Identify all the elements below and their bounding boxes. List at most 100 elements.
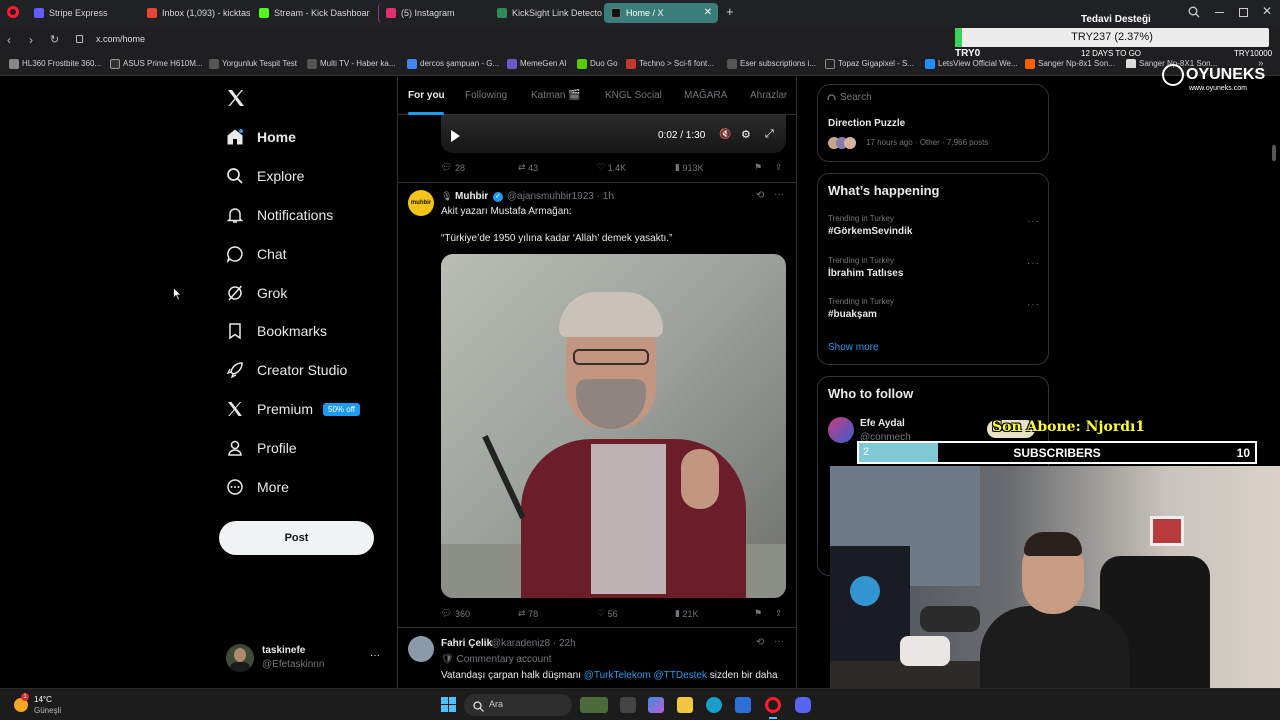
grok-analyze-icon[interactable]: ⟲ bbox=[756, 190, 764, 201]
tweet-author-name[interactable]: Muhbir bbox=[455, 191, 488, 202]
nav-explore[interactable]: Explore bbox=[226, 161, 304, 191]
trend-item[interactable]: Trending in Turkey #GörkemSevindik ··· bbox=[828, 214, 1040, 244]
follow-name[interactable]: Efe Aydal bbox=[860, 418, 905, 429]
bookmark-item[interactable]: Techno > Sci-fi font... bbox=[626, 59, 714, 69]
nav-creator-studio[interactable]: Creator Studio bbox=[226, 355, 347, 385]
bookmark-item[interactable]: ASUS Prime H610M... bbox=[110, 59, 203, 69]
nav-profile[interactable]: Profile bbox=[226, 433, 297, 463]
minimize-icon[interactable] bbox=[1215, 12, 1224, 13]
show-more-link[interactable]: Show more bbox=[828, 342, 879, 353]
task-view-icon[interactable] bbox=[620, 697, 636, 713]
tab-following[interactable]: Following bbox=[465, 90, 507, 101]
trend-item[interactable]: Trending in Turkey İbrahim Tatlıses ··· bbox=[828, 256, 1040, 286]
forward-icon[interactable]: › bbox=[29, 33, 33, 47]
post-button[interactable]: Post bbox=[219, 521, 374, 555]
trend-more-icon[interactable]: ··· bbox=[1027, 258, 1040, 269]
edge-icon[interactable] bbox=[706, 697, 722, 713]
reload-icon[interactable]: ↻ bbox=[50, 33, 59, 46]
bookmark-item[interactable]: dercos şampuan - G... bbox=[407, 59, 499, 69]
tab-katman[interactable]: Katman 🎬 bbox=[531, 90, 581, 101]
maximize-icon[interactable] bbox=[1239, 8, 1248, 17]
tweet-handle[interactable]: @karadeniz8 · 22h bbox=[491, 638, 576, 649]
nav-bookmarks[interactable]: Bookmarks bbox=[226, 316, 327, 346]
tab-ahrazlar[interactable]: Ahrazlar bbox=[750, 90, 787, 101]
bookmark-item[interactable]: MemeGen AI bbox=[507, 59, 567, 69]
tab-for-you[interactable]: For you bbox=[408, 90, 445, 101]
reply-button[interactable]: 💬︎ 28 bbox=[441, 162, 465, 173]
browser-search-icon[interactable] bbox=[1188, 5, 1200, 18]
tweet-avatar[interactable]: muhbir bbox=[408, 190, 434, 216]
nav-home[interactable]: Home bbox=[226, 122, 296, 152]
bookmark-action[interactable]: ⚑ bbox=[754, 162, 762, 173]
views-button[interactable]: ▮ 21K bbox=[675, 608, 698, 619]
tab-magara[interactable]: MAĞARA bbox=[684, 90, 727, 101]
grok-analyze-icon[interactable]: ⟲ bbox=[756, 637, 764, 648]
like-button[interactable]: ♡ 56 bbox=[597, 608, 618, 619]
taskbar-search[interactable]: Ara bbox=[464, 694, 572, 716]
tab-stripe-express[interactable]: Stripe Express bbox=[27, 3, 135, 23]
mention-link[interactable]: @TurkTelekom bbox=[584, 670, 651, 681]
tab-kngl-social[interactable]: KNGL Social bbox=[605, 90, 662, 101]
bookmark-item[interactable]: Sanger Np-8x1 Son... bbox=[1025, 59, 1115, 69]
scrollbar-thumb[interactable] bbox=[1272, 145, 1276, 161]
repost-button[interactable]: ⇄ 43 bbox=[518, 162, 538, 173]
tweet-more-icon[interactable]: ··· bbox=[774, 189, 784, 200]
bookmark-item[interactable]: Yorgunluk Tespit Test bbox=[209, 59, 297, 69]
share-button[interactable]: ⇪ bbox=[775, 162, 783, 173]
store-icon[interactable] bbox=[735, 697, 751, 713]
bookmark-item[interactable]: Duo Go bbox=[577, 59, 618, 69]
nav-premium[interactable]: Premium 50% off bbox=[226, 394, 360, 424]
discord-icon[interactable] bbox=[795, 697, 811, 713]
close-tab-icon[interactable]: ✕ bbox=[704, 3, 712, 23]
tab-inbox[interactable]: Inbox (1,093) - kicktaskinef bbox=[140, 3, 250, 23]
close-window-icon[interactable]: ✕ bbox=[1262, 4, 1272, 18]
tweet-photo[interactable] bbox=[441, 254, 786, 598]
tab-instagram[interactable]: (5) Instagram bbox=[378, 3, 488, 23]
views-button[interactable]: ▮ 913K bbox=[675, 162, 704, 173]
bookmark-item[interactable]: Topaz Gigapixel - S... bbox=[825, 59, 914, 69]
tweet-avatar[interactable] bbox=[408, 636, 434, 662]
repost-button[interactable]: ⇄ 78 bbox=[518, 608, 538, 619]
new-tab-plus-icon[interactable]: + bbox=[726, 5, 738, 19]
tab-kicksight[interactable]: KickSight Link Detector bbox=[490, 3, 602, 23]
trend-more-icon[interactable]: ··· bbox=[1027, 299, 1040, 310]
settings-gear-icon[interactable]: ⚙ bbox=[741, 128, 751, 141]
back-icon[interactable]: ‹ bbox=[7, 33, 11, 47]
fullscreen-icon[interactable]: ⤢ bbox=[765, 128, 774, 141]
tweet-author-name[interactable]: Fahri Çelik bbox=[441, 638, 492, 649]
bookmark-item[interactable]: Multi TV - Haber ka... bbox=[307, 59, 395, 69]
bookmark-item[interactable]: LetsView Official We... bbox=[925, 59, 1018, 69]
nav-notifications[interactable]: Notifications bbox=[226, 200, 333, 230]
url-field[interactable]: x.com/home bbox=[96, 34, 145, 44]
x-logo-icon[interactable] bbox=[226, 88, 246, 108]
bookmark-action[interactable]: ⚑ bbox=[754, 608, 762, 619]
nav-grok[interactable]: Grok bbox=[226, 278, 287, 308]
share-button[interactable]: ⇪ bbox=[775, 608, 783, 619]
bookmark-item[interactable]: HL360 Frostbite 360... bbox=[9, 59, 101, 69]
copilot-icon[interactable] bbox=[648, 697, 664, 713]
mention-link[interactable]: @TTDestek bbox=[654, 670, 708, 681]
video-player[interactable]: 0:02 / 1:30 🔇 ⚙ ⤢ bbox=[441, 115, 786, 153]
nav-more[interactable]: More bbox=[226, 472, 289, 502]
tweet-more-icon[interactable]: ··· bbox=[774, 636, 784, 647]
account-menu-icon[interactable]: ··· bbox=[370, 650, 380, 661]
like-button[interactable]: ♡ 1.4K bbox=[597, 162, 626, 173]
follow-avatar[interactable] bbox=[828, 417, 854, 443]
reply-button[interactable]: 💬︎ 360 bbox=[441, 608, 470, 619]
tab-home-x[interactable]: Home / X ✕ bbox=[604, 3, 718, 23]
bookmark-icon: ⚑ bbox=[754, 608, 763, 618]
widgets-icon[interactable] bbox=[580, 697, 608, 713]
nav-chat[interactable]: Chat bbox=[226, 239, 287, 269]
trend-more-icon[interactable]: ··· bbox=[1027, 216, 1040, 227]
tweet-handle[interactable]: @ajansmuhbir1923 · 1h bbox=[507, 191, 614, 202]
opera-icon[interactable] bbox=[765, 697, 781, 713]
mute-icon[interactable]: 🔇 bbox=[719, 129, 731, 140]
play-icon[interactable] bbox=[451, 130, 460, 142]
trend-item[interactable]: Trending in Turkey #buakşam ··· bbox=[828, 297, 1040, 327]
tab-kick-dashboard[interactable]: Stream - Kick Dashboard bbox=[252, 3, 370, 23]
windows-start-icon[interactable] bbox=[441, 697, 456, 712]
opera-logo-icon[interactable] bbox=[7, 6, 19, 18]
top-card-title[interactable]: Direction Puzzle bbox=[828, 118, 905, 129]
bookmark-item[interactable]: Eser subscriptions i... bbox=[727, 59, 816, 69]
file-explorer-icon[interactable] bbox=[677, 697, 693, 713]
